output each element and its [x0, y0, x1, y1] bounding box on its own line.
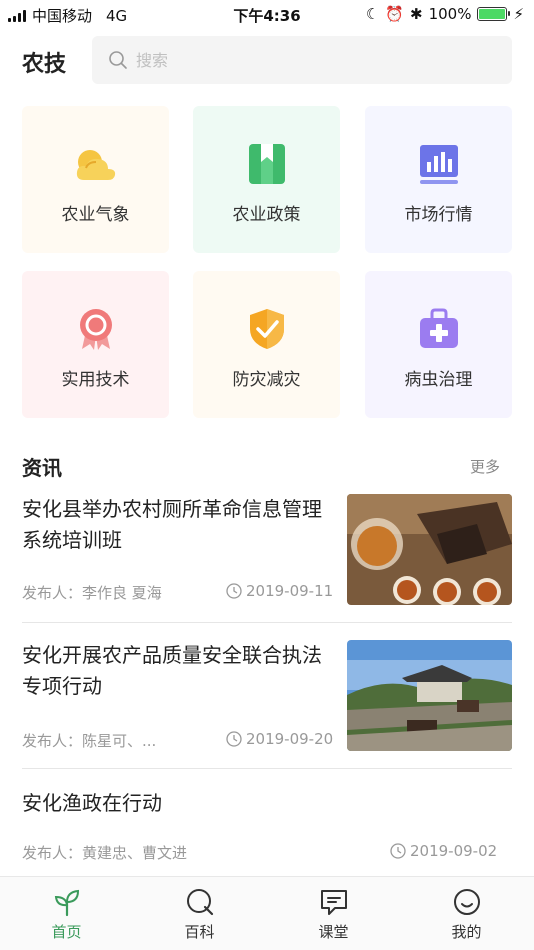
- category-disaster[interactable]: 防灾减灾: [193, 271, 340, 418]
- smile-profile-icon: [453, 889, 480, 915]
- bluetooth-icon: ✱: [409, 5, 423, 23]
- tab-label: 我的: [451, 923, 482, 941]
- status-bar: 中国移动 4G 下午4:36 ☾ ⏰ ✱ 100% ⚡: [0, 0, 534, 28]
- news-publisher: 发布人：李作良 夏海: [22, 584, 162, 602]
- divider: [22, 768, 512, 769]
- category-label: 农业气象: [61, 205, 130, 225]
- shield-check-icon: [245, 307, 289, 351]
- news-headline: 安化县举办农村厕所革命信息管理系统培训班: [22, 497, 322, 552]
- category-tech[interactable]: 实用技术: [22, 271, 169, 418]
- news-thumbnail: [347, 494, 512, 605]
- news-item[interactable]: 安化渔政在行动 发布人：黄建忠、曹文进 2019-09-02: [22, 788, 512, 868]
- news-thumbnail: [347, 640, 512, 751]
- charging-icon: ⚡: [513, 5, 524, 23]
- battery-percent: 100%: [428, 5, 472, 23]
- header: 农技: [0, 36, 534, 84]
- tab-label: 百科: [184, 923, 215, 941]
- tab-encyclopedia[interactable]: 百科: [133, 877, 266, 950]
- more-link[interactable]: 更多: [470, 456, 500, 477]
- page-title: 农技: [22, 52, 67, 77]
- market-chart-icon: [417, 142, 461, 186]
- news-date: 2019-09-20: [246, 730, 334, 748]
- clock-icon: [390, 843, 406, 859]
- alarm-icon: ⏰: [385, 5, 404, 23]
- news-publisher: 发布人：陈星可、...: [22, 732, 157, 750]
- tab-label: 课堂: [318, 923, 349, 941]
- category-label: 防灾减灾: [232, 370, 301, 390]
- medical-kit-icon: [417, 307, 461, 351]
- category-market[interactable]: 市场行情: [365, 106, 512, 253]
- news-item[interactable]: 安化开展农产品质量安全联合执法专项行动 发布人：陈星可、... 2019-09-…: [22, 640, 512, 752]
- news-date: 2019-09-11: [246, 582, 334, 600]
- policy-book-icon: [245, 142, 289, 186]
- divider: [22, 622, 512, 623]
- tab-label: 首页: [51, 923, 82, 941]
- news-section-header: 资讯 更多: [22, 452, 512, 480]
- battery-icon: [477, 7, 511, 21]
- category-policy[interactable]: 农业政策: [193, 106, 340, 253]
- category-label: 病虫治理: [404, 370, 473, 390]
- sprout-icon: [54, 889, 79, 917]
- news-item[interactable]: 安化县举办农村厕所革命信息管理系统培训班 发布人：李作良 夏海 2019-09-…: [22, 494, 512, 606]
- search-q-icon: [186, 889, 213, 916]
- tab-home[interactable]: 首页: [0, 877, 133, 950]
- category-label: 实用技术: [61, 370, 130, 390]
- tab-classroom[interactable]: 课堂: [267, 877, 400, 950]
- category-weather[interactable]: 农业气象: [22, 106, 169, 253]
- news-publisher: 发布人：黄建忠、曹文进: [22, 844, 188, 862]
- category-pest[interactable]: 病虫治理: [365, 271, 512, 418]
- news-date: 2019-09-02: [410, 842, 498, 860]
- search-input[interactable]: [136, 50, 476, 70]
- search-bar[interactable]: [92, 36, 512, 84]
- news-headline: 安化渔政在行动: [22, 791, 162, 815]
- weather-cloud-icon: [74, 142, 118, 186]
- chat-class-icon: [320, 890, 347, 915]
- moon-icon: ☾: [365, 5, 380, 23]
- news-headline: 安化开展农产品质量安全联合执法专项行动: [22, 643, 322, 698]
- tab-bar: 首页 百科 课堂 我的: [0, 876, 534, 950]
- search-icon: [109, 51, 127, 69]
- tab-profile[interactable]: 我的: [400, 877, 533, 950]
- clock-icon: [226, 731, 242, 747]
- news-title: 资讯: [22, 456, 62, 480]
- tech-award-icon: [74, 307, 118, 351]
- clock-icon: [226, 583, 242, 599]
- category-label: 农业政策: [232, 205, 301, 225]
- category-label: 市场行情: [404, 205, 473, 225]
